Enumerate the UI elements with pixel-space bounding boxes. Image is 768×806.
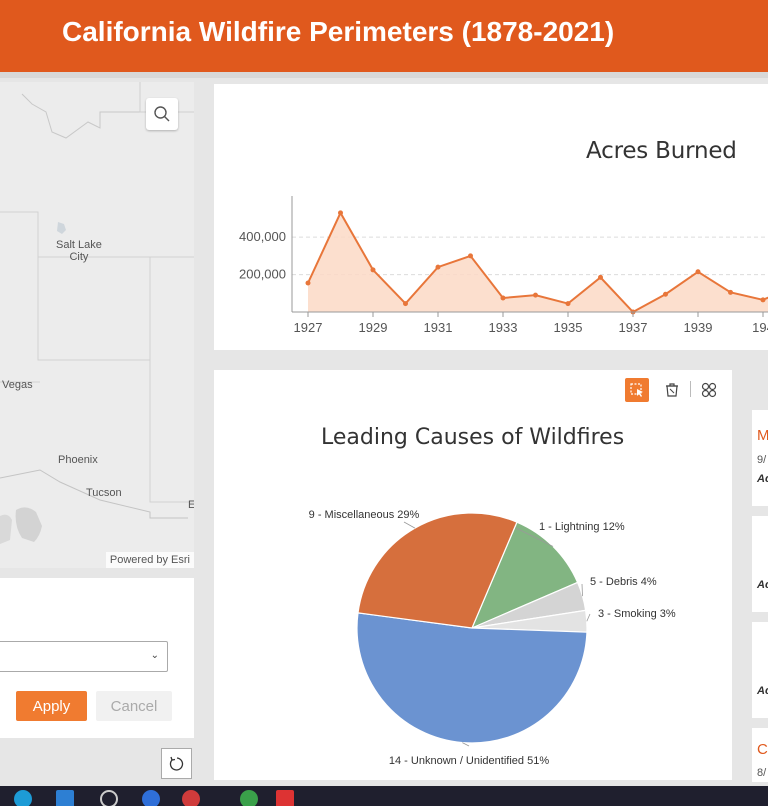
chevron-down-icon: ⌄ (150, 650, 159, 661)
slice-label: 14 - Unknown / Unidentified 51% (389, 755, 549, 767)
slice-label: 1 - Lightning 12% (539, 521, 625, 533)
slice-connector (403, 521, 416, 529)
esri-attribution: Powered by Esri (105, 552, 194, 568)
causes-panel: Leading Causes of Wildfires 1 - Lightnin… (214, 370, 732, 780)
grid-icon (701, 382, 717, 398)
slice-label: 9 - Miscellaneous 29% (309, 509, 420, 521)
card-acres: Ac (757, 473, 768, 485)
os-taskbar (0, 786, 768, 806)
fire-list[interactable]: M 9/ Ac Ac Ac C 8/ (740, 410, 768, 782)
list-card[interactable]: Ac (752, 516, 768, 612)
list-card[interactable]: M 9/ Ac (752, 410, 768, 506)
taskbar-app-icon[interactable] (276, 790, 294, 806)
acres-burned-panel: Acres Burned 1927 1929 1931 1933 1935 1937 193… (214, 84, 768, 350)
x-tick-label: 1929 (359, 320, 388, 335)
clear-selection-icon (666, 383, 678, 397)
card-date: 9/ (757, 454, 767, 466)
x-tick-label: 1939 (684, 320, 713, 335)
data-point[interactable] (695, 269, 701, 275)
selection-tool-button[interactable] (625, 378, 649, 402)
map-search-button[interactable] (146, 98, 178, 130)
filter-panel: ⌄ Apply Cancel (0, 578, 194, 738)
taskbar-app-icon[interactable] (182, 790, 200, 806)
data-point[interactable] (565, 301, 571, 307)
list-card[interactable]: Ac (752, 622, 768, 718)
slice-connector (586, 613, 591, 622)
data-point[interactable] (500, 295, 506, 301)
data-point[interactable] (305, 280, 311, 286)
data-point[interactable] (338, 210, 343, 216)
card-title: C (757, 741, 768, 758)
map-label-phoenix: Phoenix (58, 454, 98, 466)
map-label-vegas: Vegas (2, 379, 33, 391)
x-tick-label: 1937 (619, 320, 648, 335)
y-tick-label: 400,000 (239, 229, 286, 244)
taskbar-app-icon[interactable] (14, 790, 32, 806)
card-date: 8/ (757, 767, 767, 779)
page-title: California Wildfire Perimeters (1878-202… (62, 16, 615, 47)
data-point[interactable] (760, 297, 766, 303)
data-point[interactable] (435, 264, 441, 270)
pie-chart-title: Leading Causes of Wildfires (321, 425, 625, 450)
map-view[interactable]: Salt Lake City Vegas Phoenix Tucson E Po… (0, 82, 194, 568)
clear-selection-button[interactable] (661, 379, 683, 401)
data-point[interactable] (533, 292, 538, 298)
card-title: M (757, 427, 768, 444)
taskbar-app-icon[interactable] (240, 790, 258, 806)
toolbar-divider (690, 381, 691, 397)
taskbar-app-icon[interactable] (142, 790, 160, 806)
data-point[interactable] (598, 274, 603, 280)
x-tick-label: 1931 (424, 320, 453, 335)
x-tick-label: 1935 (554, 320, 583, 335)
map-label-tucson: Tucson (86, 487, 122, 499)
map-label-edge: E (188, 499, 194, 511)
card-acres: Ac (757, 685, 768, 697)
y-tick-label: 200,000 (239, 267, 286, 282)
acres-burned-chart[interactable]: 1927 1929 1931 1933 1935 1937 1939 194 200,000 4… (214, 84, 768, 350)
area-fill (308, 212, 768, 312)
filter-dropdown[interactable]: ⌄ (0, 641, 168, 672)
line-chart-title: Acres Burned (586, 138, 737, 164)
map-label-salt-lake: Salt Lake City (56, 239, 102, 263)
search-icon (154, 106, 170, 122)
refresh-icon (169, 756, 183, 771)
x-tick-label: 1933 (489, 320, 518, 335)
taskbar-app-icon[interactable] (100, 790, 118, 806)
data-point[interactable] (468, 253, 473, 259)
more-options-button[interactable] (698, 379, 720, 401)
slice-label: 5 - Debris 4% (590, 576, 657, 588)
app-header: California Wildfire Perimeters (1878-202… (0, 0, 768, 72)
taskbar-app-icon[interactable] (56, 790, 74, 806)
data-point[interactable] (370, 267, 376, 273)
card-acres: Ac (757, 579, 768, 591)
data-point[interactable] (663, 291, 668, 297)
reset-button[interactable] (161, 748, 192, 779)
list-card[interactable]: C 8/ (752, 728, 768, 782)
x-tick-label: 1927 (294, 320, 323, 335)
select-icon (630, 383, 643, 397)
pie-slice[interactable] (356, 612, 588, 744)
map-label-salt-lake-line1: Salt Lake (56, 239, 102, 251)
slice-label: 3 - Smoking 3% (598, 608, 676, 620)
header-divider (0, 72, 768, 78)
data-point[interactable] (728, 289, 733, 295)
data-point[interactable] (403, 301, 408, 307)
apply-button[interactable]: Apply (16, 691, 87, 721)
map-label-salt-lake-line2: City (69, 251, 89, 263)
cancel-button[interactable]: Cancel (96, 691, 172, 721)
x-tick-label: 194 (752, 320, 768, 335)
